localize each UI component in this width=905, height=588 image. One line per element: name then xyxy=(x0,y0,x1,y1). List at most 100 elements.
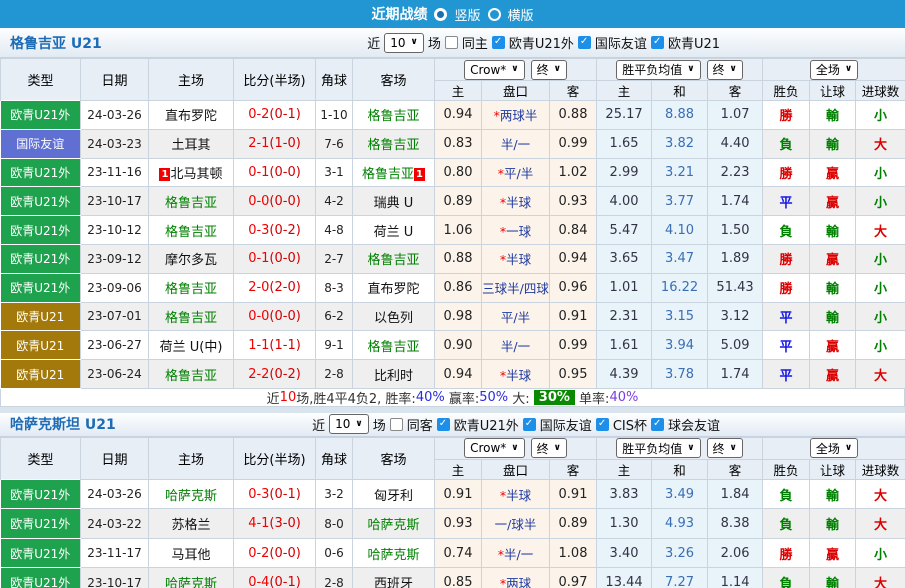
odds-time-select[interactable]: 终 ∨ xyxy=(530,59,567,80)
handicap: *一球 xyxy=(481,215,550,245)
summary-segment: 单率: xyxy=(574,391,610,407)
competition-checkbox-2[interactable] xyxy=(650,36,664,49)
avg-home: 3.40 xyxy=(596,537,653,569)
bookmaker-select[interactable]: Crow* ∨ xyxy=(464,59,525,80)
match-date: 24-03-22 xyxy=(80,508,149,539)
odds-group-header: Crow* ∨ 终 ∨ xyxy=(433,58,598,81)
table-row: 欧青U21外 23-10-17 格鲁吉亚 0-0(0-0) 4-2 瑞典 U 0.89 *半球… xyxy=(0,186,905,217)
near-count-select[interactable]: 10 ∨ xyxy=(384,32,424,53)
away-team-name: 格鲁吉亚 xyxy=(367,138,420,154)
avg-draw: 16.22 xyxy=(651,272,709,303)
chevron-down-icon: ∨ xyxy=(553,64,561,74)
handicap: 半/一 xyxy=(481,128,550,159)
bookmaker-select[interactable]: Crow* ∨ xyxy=(464,438,525,459)
home-team: 苏格兰 xyxy=(148,508,234,539)
competition-label-0: 欧青U21外 xyxy=(453,418,519,434)
avg-draw: 3.77 xyxy=(651,186,709,217)
competition-checkbox-0[interactable] xyxy=(436,417,450,431)
competition-checkbox-2[interactable] xyxy=(595,417,609,431)
competition-checkbox-3[interactable] xyxy=(650,417,664,431)
home-team: 格鲁吉亚 xyxy=(148,215,234,245)
header-group-row: 类型 日期 主场 比分(半场) 角球 客场 Crow* ∨ 终 ∨ 胜平负均值 ∨ 终 ∨ 全场 ∨ xyxy=(0,58,905,101)
competition-checkbox-1[interactable] xyxy=(577,36,591,49)
result-handicap: 輸 xyxy=(809,100,857,130)
fulltime-score: 2-2 xyxy=(248,366,270,382)
odds-home: 0.90 xyxy=(434,330,482,361)
sub-header-6: 胜负 xyxy=(762,458,811,480)
vertical-layout-radio[interactable] xyxy=(434,7,448,21)
result-goals: 大 xyxy=(855,567,905,588)
matches-table: 类型 日期 主场 比分(半场) 角球 客场 Crow* ∨ 终 ∨ 胜平负均值 ∨ 终 ∨ 全场 ∨ 主盘口客主… xyxy=(0,58,905,389)
avg-group-header: 胜平负均值 ∨ 终 ∨ xyxy=(596,436,764,460)
competition-checkbox-1[interactable] xyxy=(522,417,536,431)
corner-score: 3-2 xyxy=(315,478,353,510)
result-goals: 小 xyxy=(855,157,905,188)
home-team-name: 马耳他 xyxy=(171,547,211,563)
handicap-value: 半/一 xyxy=(500,338,531,354)
col-header-3: 比分(半场) xyxy=(233,436,316,480)
col-header-2: 主场 xyxy=(148,436,234,480)
avg-home: 3.65 xyxy=(596,243,653,274)
horizontal-layout-label[interactable]: 横版 xyxy=(508,5,534,24)
chevron-down-icon: ∨ xyxy=(355,418,363,429)
team-section-0: 格鲁吉亚 U21近10∨场同主欧青U21外国际友谊欧青U21类型日期主场比分(半… xyxy=(0,28,905,407)
result-outcome: 平 xyxy=(762,330,811,361)
near-label: 近 xyxy=(312,418,326,434)
avg-away: 4.40 xyxy=(707,128,764,159)
type-badge: 欧青U21外 xyxy=(0,478,81,510)
near-count-select[interactable]: 10 ∨ xyxy=(329,414,369,435)
result-outcome: 平 xyxy=(762,301,811,332)
avg-time-select[interactable]: 终 ∨ xyxy=(706,438,743,459)
type-badge: 欧青U21外 xyxy=(0,100,81,130)
halftime-score: (0-1) xyxy=(269,575,301,588)
odds-time-select[interactable]: 终 ∨ xyxy=(530,438,567,459)
avg-time-select[interactable]: 终 ∨ xyxy=(706,59,743,80)
summary-segment: 40% xyxy=(609,389,639,405)
odds-home: 0.94 xyxy=(434,359,482,389)
match-filters: 近 10 ∨ 场 同主 欧青U21外 国际友谊 欧青U21 xyxy=(367,32,720,53)
home-team: 1 北马其顿 xyxy=(148,157,234,188)
table-row: 欧青U21外 23-11-17 马耳他 0-2(0-0) 0-6 哈萨克斯 0.74 *半/一… xyxy=(0,537,905,569)
result-handicap: 贏 xyxy=(809,330,857,361)
score: 2-0(2-0) xyxy=(233,272,316,303)
away-team: 荷兰 U xyxy=(352,215,435,245)
col-header-2: 主场 xyxy=(148,58,234,101)
same-venue-checkbox[interactable] xyxy=(389,417,403,431)
horizontal-layout-radio[interactable] xyxy=(487,7,501,21)
handicap: *半球 xyxy=(481,359,550,389)
sub-header-4: 和 xyxy=(651,458,709,480)
avg-type-select[interactable]: 胜平负均值 ∨ xyxy=(616,438,701,459)
away-team-name: 荷兰 U xyxy=(373,224,414,240)
same-venue-checkbox[interactable] xyxy=(444,36,458,49)
odds-away: 0.93 xyxy=(548,186,598,217)
vertical-layout-label[interactable]: 竖版 xyxy=(454,5,480,24)
summary-segment: 30% xyxy=(533,389,575,405)
scope-select-value: 全场 xyxy=(815,441,840,456)
scope-select[interactable]: 全场 ∨ xyxy=(809,59,859,80)
avg-type-select[interactable]: 胜平负均值 ∨ xyxy=(616,59,701,80)
halftime-score: (2-0) xyxy=(269,280,301,296)
team-name: 哈萨克斯坦 U21 xyxy=(10,417,116,434)
odds-away: 0.89 xyxy=(548,508,598,539)
red-card-badge: 1 xyxy=(159,167,171,181)
page-title: 近期战绩 xyxy=(371,7,428,23)
sub-header-3: 主 xyxy=(596,80,653,101)
result-goals: 大 xyxy=(855,508,905,539)
table-row: 欧青U21外 23-09-06 格鲁吉亚 2-0(2-0) 8-3 直布罗陀 0.86 三球半… xyxy=(0,272,905,303)
result-outcome: 勝 xyxy=(762,243,811,274)
avg-home: 5.47 xyxy=(596,215,653,245)
halftime-score: (0-0) xyxy=(269,545,301,561)
sub-header-2: 客 xyxy=(548,458,598,480)
odds-away: 1.02 xyxy=(548,157,598,188)
halftime-score: (0-0) xyxy=(269,193,301,209)
sub-header-3: 主 xyxy=(596,458,653,480)
home-team-name: 摩尔多瓦 xyxy=(164,253,217,269)
home-team: 哈萨克斯 xyxy=(148,567,234,588)
competition-label-0: 欧青U21外 xyxy=(508,37,574,52)
scope-select[interactable]: 全场 ∨ xyxy=(809,438,859,459)
competition-checkbox-0[interactable] xyxy=(491,36,505,49)
result-group-header: 全场 ∨ xyxy=(762,436,905,460)
team-name: 格鲁吉亚 U21 xyxy=(10,35,102,52)
home-team-name: 格鲁吉亚 xyxy=(164,310,217,326)
odds-group-header: Crow* ∨ 终 ∨ xyxy=(433,436,598,460)
